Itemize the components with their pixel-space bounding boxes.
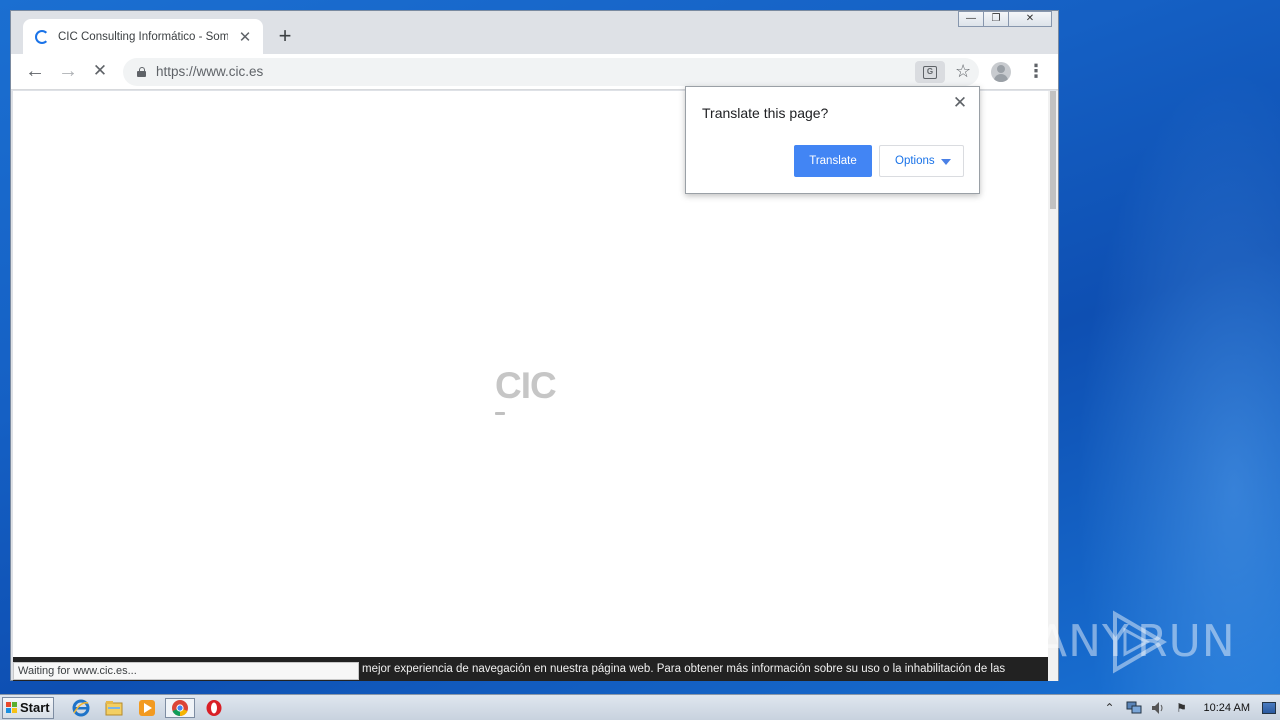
- back-button[interactable]: ←: [23, 60, 47, 84]
- browser-toolbar: ← → ✕ https://www.cic.es G ☆ ⋮: [11, 54, 1058, 90]
- chevron-up-icon[interactable]: ⌃: [1102, 701, 1118, 715]
- options-label: Options: [895, 155, 935, 167]
- taskbar: Start ⌃ ⚑ 10:24 AM: [0, 694, 1280, 720]
- tab-cic[interactable]: CIC Consulting Informático - Somos Ingen…: [23, 19, 263, 54]
- cic-logo: CIC: [495, 365, 557, 406]
- show-desktop-button[interactable]: [1262, 702, 1276, 714]
- minimize-button[interactable]: —: [958, 11, 984, 27]
- translate-button[interactable]: Translate: [794, 145, 872, 177]
- restore-button[interactable]: ❐: [983, 11, 1009, 27]
- desktop-background: [1050, 0, 1280, 700]
- star-icon[interactable]: ☆: [955, 61, 971, 82]
- close-icon[interactable]: ✕: [951, 93, 969, 113]
- translate-icon[interactable]: G: [915, 61, 945, 83]
- tab-strip: CIC Consulting Informático - Somos Ingen…: [11, 11, 1058, 54]
- speaker-icon[interactable]: [1150, 701, 1166, 715]
- loading-bar: [495, 412, 505, 415]
- clock[interactable]: 10:24 AM: [1204, 702, 1250, 714]
- tab-close-icon[interactable]: ✕: [237, 28, 253, 46]
- url-text[interactable]: https://www.cic.es: [156, 64, 263, 79]
- flag-icon[interactable]: ⚑: [1174, 701, 1190, 715]
- new-tab-button[interactable]: +: [273, 25, 297, 49]
- network-icon[interactable]: [1126, 701, 1142, 715]
- chrome-icon[interactable]: [165, 698, 195, 718]
- file-explorer-icon[interactable]: [99, 698, 129, 718]
- lock-icon[interactable]: [137, 67, 146, 77]
- stop-button[interactable]: ✕: [88, 60, 112, 84]
- media-player-icon[interactable]: [132, 698, 162, 718]
- anyrun-watermark: ANY RUN: [1037, 608, 1237, 674]
- options-button[interactable]: Options: [879, 145, 964, 177]
- opera-icon[interactable]: [199, 698, 229, 718]
- system-tray: ⌃ ⚑ 10:24 AM: [1102, 695, 1280, 720]
- status-bubble: Waiting for www.cic.es...: [13, 662, 359, 680]
- chevron-down-icon: [941, 159, 951, 165]
- cookie-text: mejor experiencia de navegación en nuest…: [362, 663, 1006, 675]
- popup-title: Translate this page?: [702, 105, 829, 121]
- tab-title: CIC Consulting Informático - Somos Ingen…: [58, 30, 228, 43]
- window-controls: — ❐ ✕: [958, 11, 1052, 27]
- vertical-scrollbar[interactable]: [1048, 91, 1058, 681]
- scroll-thumb[interactable]: [1050, 91, 1056, 209]
- kebab-menu-icon[interactable]: ⋮: [1027, 62, 1045, 82]
- close-window-button[interactable]: ✕: [1008, 11, 1052, 27]
- avatar-icon[interactable]: [991, 62, 1011, 82]
- windows-logo-icon: [6, 702, 18, 714]
- watermark-right: RUN: [1137, 616, 1236, 667]
- internet-explorer-icon[interactable]: [66, 698, 96, 718]
- translate-popup: Translate this page? ✕ Translate Options: [685, 86, 980, 194]
- start-button[interactable]: Start: [2, 697, 54, 719]
- start-label: Start: [20, 700, 50, 715]
- loading-spinner-icon: [35, 29, 49, 44]
- address-bar[interactable]: https://www.cic.es G ☆: [123, 58, 979, 86]
- forward-button[interactable]: →: [56, 60, 80, 84]
